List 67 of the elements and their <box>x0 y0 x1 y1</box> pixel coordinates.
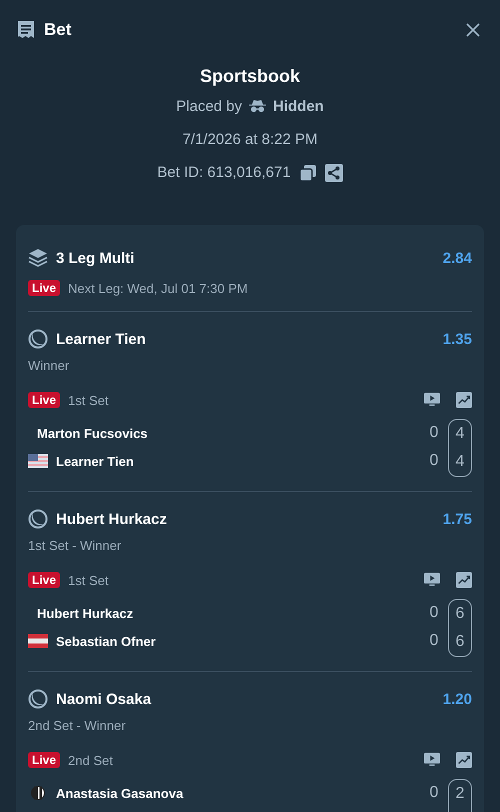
stream-button[interactable] <box>424 392 440 408</box>
next-leg-time: Next Leg: Wed, Jul 01 7:30 PM <box>68 280 248 296</box>
placed-date: 7/1/2026 at 8:22 PM <box>182 130 318 150</box>
tv-icon <box>424 392 440 408</box>
set-score: 4 <box>454 452 466 472</box>
trend-chart-icon <box>456 752 472 768</box>
stream-button[interactable] <box>424 572 440 588</box>
trend-chart-icon <box>456 392 472 408</box>
odds-value: 1.20 <box>442 690 472 708</box>
tennis-ball-icon <box>28 689 48 709</box>
flag-icon <box>28 634 48 648</box>
user-name: Hidden <box>273 98 324 115</box>
trend-chart-icon <box>456 572 472 588</box>
set-score: 2 <box>454 784 466 804</box>
odds-value: 2.84 <box>442 250 472 266</box>
placed-by-label: Placed by <box>176 98 242 115</box>
player-name: Hubert Hurkacz <box>37 606 134 620</box>
points-score: 0 <box>428 451 440 471</box>
tennis-ball-icon <box>28 509 48 529</box>
player-name: Sebastian Ofner <box>56 634 156 648</box>
flag-icon <box>28 786 48 800</box>
copy-icon <box>298 164 317 182</box>
receipt-icon <box>16 20 36 40</box>
points-score: 0 <box>428 603 440 623</box>
period-label: 1st Set <box>68 392 108 408</box>
points-score: 0 <box>428 423 440 443</box>
bet-id: Bet ID: 613,016,671 <box>157 164 291 181</box>
live-badge: Live <box>28 752 60 768</box>
layers-icon <box>28 248 48 268</box>
bet-type: 3 Leg Multi <box>56 250 134 266</box>
period-label: 1st Set <box>68 572 108 588</box>
selection-name: Naomi Osaka <box>56 690 152 708</box>
set-score: 6 <box>454 632 466 652</box>
player-name: Learner Tien <box>56 454 134 468</box>
dialog-title: Bet <box>44 20 72 40</box>
selection-name: Hubert Hurkacz <box>56 510 167 528</box>
market-name: 2nd Set - Winner <box>28 718 127 733</box>
stream-button[interactable] <box>424 752 440 768</box>
set-score: 6 <box>454 604 466 624</box>
live-badge: Live <box>28 280 60 296</box>
close-icon <box>465 22 481 38</box>
tv-icon <box>424 572 440 588</box>
copy-button[interactable] <box>298 164 317 182</box>
points-score: 0 <box>428 631 440 651</box>
market-name: 1st Set - Winner <box>28 538 122 553</box>
share-button[interactable] <box>324 164 343 182</box>
player-name: Marton Fucsovics <box>37 426 148 440</box>
share-icon <box>324 164 343 182</box>
odds-value: 1.75 <box>442 510 472 528</box>
stats-button[interactable] <box>456 752 472 768</box>
selection-name: Learner Tien <box>56 330 146 348</box>
live-badge: Live <box>28 392 60 408</box>
spy-icon <box>248 99 268 114</box>
period-label: 2nd Set <box>68 752 113 768</box>
flag-icon <box>28 454 48 468</box>
book-title: Sportsbook <box>200 65 300 88</box>
live-badge: Live <box>28 572 60 588</box>
market-name: Winner <box>28 358 70 373</box>
tv-icon <box>424 752 440 768</box>
stats-button[interactable] <box>456 572 472 588</box>
tennis-ball-icon <box>28 329 48 349</box>
player-name: Anastasia Gasanova <box>56 786 184 800</box>
close-button[interactable] <box>464 21 482 39</box>
points-score: 0 <box>428 783 440 803</box>
odds-value: 1.35 <box>442 330 472 348</box>
set-score: 4 <box>454 424 466 444</box>
stats-button[interactable] <box>456 392 472 408</box>
